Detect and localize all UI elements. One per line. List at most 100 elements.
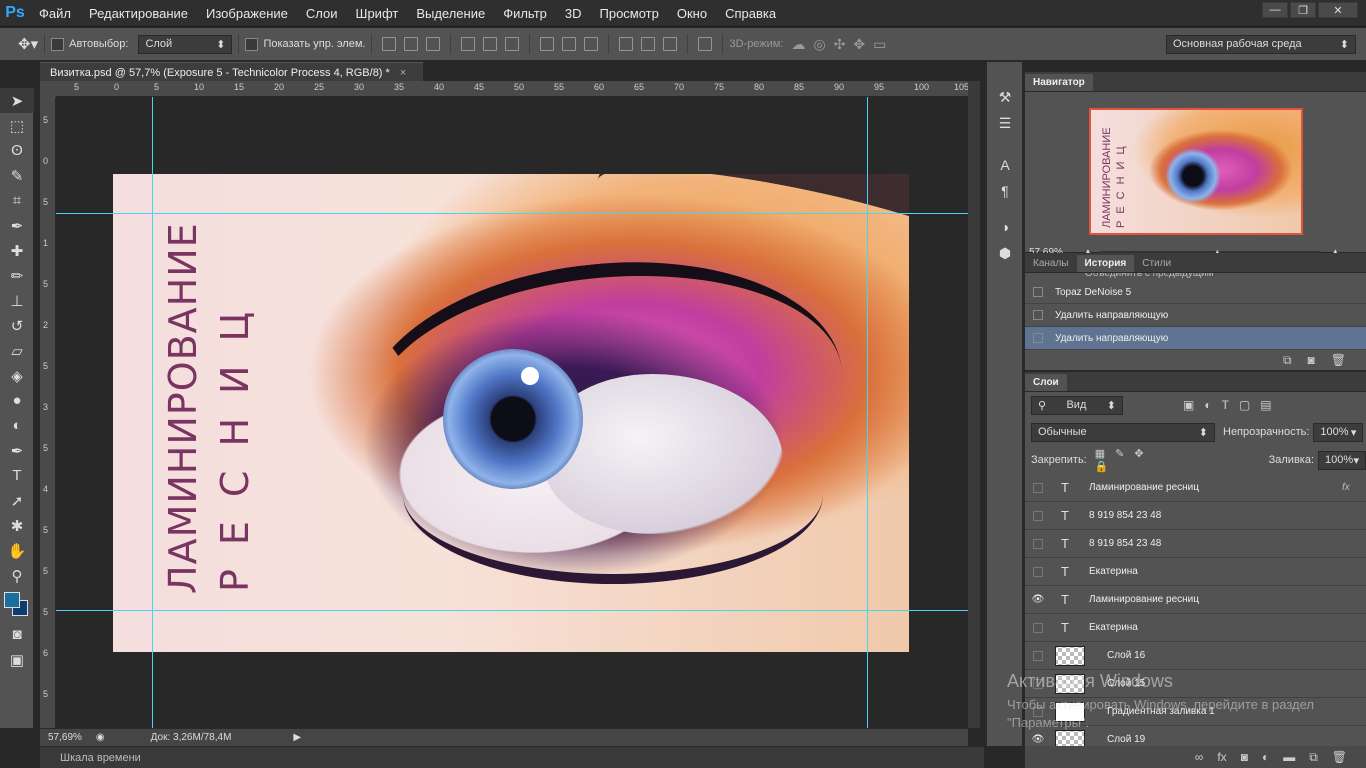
layer-row[interactable]: T Екатерина xyxy=(1025,614,1366,642)
layer-mask-icon[interactable]: ◙ xyxy=(1241,750,1248,764)
menu-type[interactable]: Шрифт xyxy=(347,0,408,27)
history-item[interactable]: Объединить с предыдущим xyxy=(1025,273,1366,281)
canvas-area[interactable]: ЛАМИНИРОВАНИЕ РЕСНИЦ xyxy=(56,97,968,728)
distribute-hcenter-icon[interactable] xyxy=(641,37,656,51)
eraser-icon[interactable]: ▱ xyxy=(0,338,34,363)
color-swatches-icon[interactable] xyxy=(0,588,34,622)
visibility-toggle[interactable] xyxy=(1025,650,1051,661)
show-transform-checkbox[interactable] xyxy=(245,37,259,51)
lasso-tool-icon[interactable]: ʘ xyxy=(0,138,34,163)
type-tool-icon[interactable]: T xyxy=(0,463,34,488)
tab-navigator[interactable]: Навигатор xyxy=(1025,74,1093,91)
align-vcenter-icon[interactable] xyxy=(404,37,419,51)
history-item[interactable]: Удалить направляющую xyxy=(1025,304,1366,327)
tab-styles[interactable]: Стили xyxy=(1134,255,1179,272)
canvas-scrollbar[interactable] xyxy=(968,81,980,728)
zoom-tool-icon[interactable]: ⚲ xyxy=(0,563,34,588)
move-tool-icon[interactable]: ✥▾ xyxy=(18,35,38,53)
history-snapshot-toggle[interactable] xyxy=(1033,333,1043,343)
minimize-icon[interactable]: — xyxy=(1262,2,1288,18)
timeline-panel[interactable]: Шкала времени xyxy=(40,746,984,768)
healing-brush-icon[interactable]: ✚ xyxy=(0,238,34,263)
guide-vertical[interactable] xyxy=(152,97,153,728)
hand-tool-icon[interactable]: ✋ xyxy=(0,538,34,563)
layer-filter-icons[interactable]: ▣◐T▢▤ xyxy=(1183,398,1282,412)
eyedropper-icon[interactable]: ✒ xyxy=(0,213,34,238)
trash-icon[interactable]: 🗑 xyxy=(1331,353,1346,367)
paragraph-panel-icon[interactable]: ¶ xyxy=(987,178,1023,204)
blur-tool-icon[interactable]: ● xyxy=(0,388,34,413)
menu-filter[interactable]: Фильтр xyxy=(494,0,556,27)
menu-layers[interactable]: Слои xyxy=(297,0,347,27)
history-brush-icon[interactable]: ↺ xyxy=(0,313,34,338)
history-snapshot-toggle[interactable] xyxy=(1033,287,1043,297)
layer-filter-dropdown[interactable]: ⚲ Вид ⬍ xyxy=(1031,395,1123,415)
history-snapshot-toggle[interactable] xyxy=(1033,310,1043,320)
adjustment-layer-icon[interactable]: ◐ xyxy=(1262,750,1269,764)
tool-presets-icon[interactable]: ⚒ xyxy=(987,84,1023,110)
layer-row[interactable]: Слой 16 xyxy=(1025,642,1366,670)
horizontal-ruler[interactable]: 5 0 5 10 15 20 25 30 35 40 45 50 55 60 65 70 75 80 85 90 95 1… xyxy=(56,81,968,97)
history-item[interactable]: Topaz DeNoise 5 xyxy=(1025,281,1366,304)
menu-select[interactable]: Выделение xyxy=(407,0,494,27)
distribute-vcenter-icon[interactable] xyxy=(562,37,577,51)
history-item-current[interactable]: Удалить направляющую xyxy=(1025,327,1366,350)
close-tab-icon[interactable]: × xyxy=(400,67,406,79)
close-icon[interactable]: ✕ xyxy=(1318,2,1358,18)
align-left-icon[interactable] xyxy=(461,37,476,51)
brush-tool-icon[interactable]: ✏ xyxy=(0,263,34,288)
trash-icon[interactable]: 🗑 xyxy=(1332,750,1347,764)
adjustments-icon[interactable]: ◑ xyxy=(987,214,1023,240)
quick-select-icon[interactable]: ✎ xyxy=(0,163,34,188)
ruler-corner[interactable] xyxy=(40,81,56,97)
menu-image[interactable]: Изображение xyxy=(197,0,297,27)
group-icon[interactable]: ▬ xyxy=(1283,750,1295,764)
new-document-icon[interactable]: ⧉ xyxy=(1283,353,1292,368)
visibility-toggle[interactable] xyxy=(1025,538,1051,549)
visibility-toggle[interactable] xyxy=(1025,622,1051,633)
document-tab[interactable]: Визитка.psd @ 57,7% (Exposure 5 - Techni… xyxy=(40,62,423,82)
menu-edit[interactable]: Редактирование xyxy=(80,0,197,27)
eye-icon[interactable]: 👁 xyxy=(1025,594,1051,605)
marquee-tool-icon[interactable]: ⬚ xyxy=(0,113,34,138)
lock-icons[interactable]: ▦✎✥🔒 xyxy=(1095,447,1173,473)
guide-horizontal[interactable] xyxy=(56,610,968,611)
status-arrow-icon[interactable]: ▶ xyxy=(293,732,301,743)
new-layer-icon[interactable]: ⧉ xyxy=(1309,750,1318,765)
distribute-left-icon[interactable] xyxy=(619,37,634,51)
document-image[interactable]: ЛАМИНИРОВАНИЕ РЕСНИЦ xyxy=(113,174,909,652)
visibility-toggle[interactable] xyxy=(1025,566,1051,577)
layer-row[interactable]: 👁 T Ламинирование ресниц xyxy=(1025,586,1366,614)
eye-icon[interactable]: 👁 xyxy=(1025,734,1051,745)
dodge-tool-icon[interactable]: ◐ xyxy=(0,413,34,438)
guide-horizontal[interactable] xyxy=(56,213,968,214)
paint-bucket-icon[interactable]: ◈ xyxy=(0,363,34,388)
fill-input[interactable]: 100% ▾ xyxy=(1318,450,1366,470)
screen-mode-icon[interactable]: ▣ xyxy=(0,647,34,672)
shape-tool-icon[interactable]: ✱ xyxy=(0,513,34,538)
layer-effects-icon[interactable]: fx xyxy=(1342,482,1366,493)
quick-mask-icon[interactable]: ◙ xyxy=(0,622,34,647)
share-icon[interactable]: ◉ xyxy=(96,732,105,743)
3d-panel-icon[interactable]: ⬢ xyxy=(987,240,1023,266)
navigator-thumbnail[interactable]: ЛАМИНИРОВАНИЕ РЕСНИЦ xyxy=(1089,108,1303,235)
restore-icon[interactable]: ❐ xyxy=(1290,2,1316,18)
align-bottom-icon[interactable] xyxy=(426,37,441,51)
align-hcenter-icon[interactable] xyxy=(483,37,498,51)
opacity-input[interactable]: 100% ▾ xyxy=(1313,422,1364,442)
blend-mode-dropdown[interactable]: Обычные ⬍ xyxy=(1031,422,1215,442)
align-top-icon[interactable] xyxy=(382,37,397,51)
layer-row[interactable]: T 8 919 854 23 48 xyxy=(1025,502,1366,530)
brush-presets-icon[interactable]: ☰ xyxy=(987,110,1023,136)
menu-3d[interactable]: 3D xyxy=(556,0,591,27)
guide-vertical[interactable] xyxy=(867,97,868,728)
pen-tool-icon[interactable]: ✒ xyxy=(0,438,34,463)
stamp-tool-icon[interactable]: ⊥ xyxy=(0,288,34,313)
workspace-dropdown[interactable]: Основная рабочая среда ⬍ xyxy=(1166,34,1356,54)
menu-view[interactable]: Просмотр xyxy=(591,0,668,27)
auto-align-icon[interactable] xyxy=(698,37,713,51)
visibility-toggle[interactable] xyxy=(1025,510,1051,521)
tab-channels[interactable]: Каналы xyxy=(1025,255,1077,272)
autoselect-checkbox[interactable] xyxy=(51,37,65,51)
align-right-icon[interactable] xyxy=(505,37,520,51)
